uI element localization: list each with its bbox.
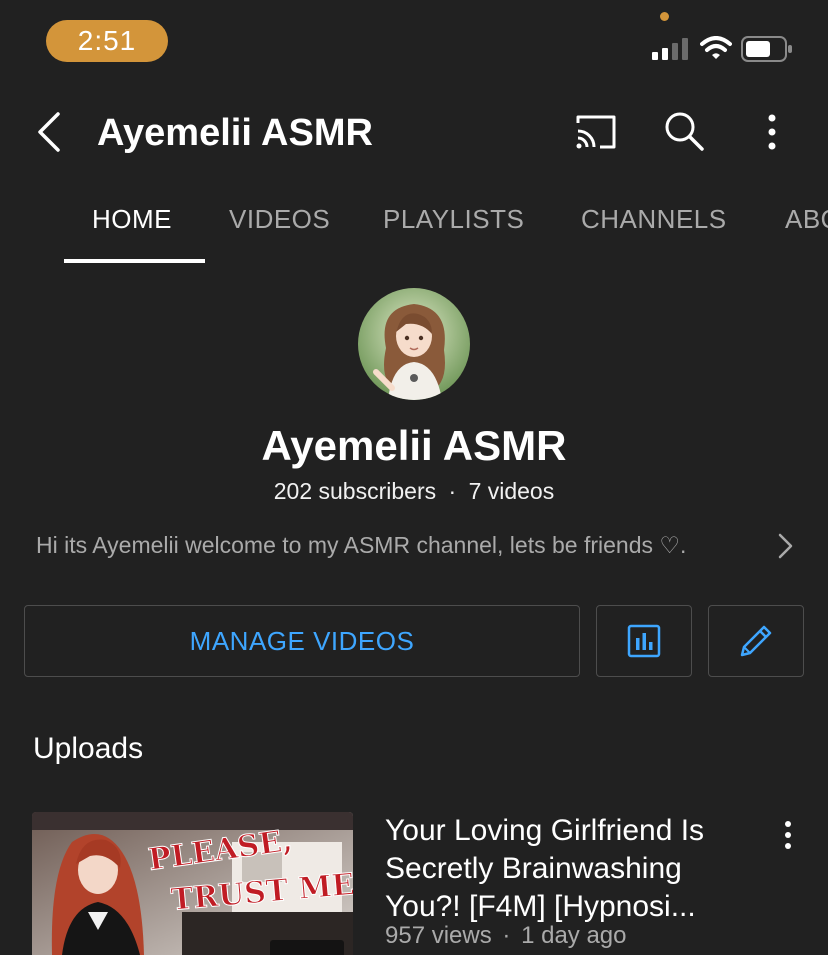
video-meta: 957 views · 1 day ago — [385, 920, 627, 952]
analytics-button[interactable] — [596, 605, 692, 677]
back-arrow-icon[interactable] — [34, 110, 64, 154]
uploads-heading: Uploads — [33, 732, 144, 765]
channel-stats: 202 subscribers · 7 videos — [0, 476, 828, 506]
tab-channels[interactable]: CHANNELS — [581, 204, 727, 235]
tab-home[interactable]: HOME — [92, 204, 172, 235]
avatar[interactable] — [358, 288, 470, 400]
more-vert-icon[interactable] — [758, 112, 786, 152]
tab-playlists[interactable]: PLAYLISTS — [383, 204, 524, 235]
channel-name: Ayemelii ASMR — [261, 422, 567, 469]
battery-icon — [741, 36, 792, 62]
video-title[interactable]: Your Loving Girlfriend Is Secretly Brain… — [385, 812, 755, 926]
stats-separator: · — [448, 478, 457, 504]
manage-videos-button[interactable]: MANAGE VIDEOS — [24, 605, 580, 677]
video-title-line: Your Loving Girlfriend Is — [385, 814, 705, 847]
video-meta-separator: · — [502, 922, 511, 949]
tab-about[interactable]: ABO — [785, 204, 828, 235]
video-count: 7 videos — [468, 478, 555, 504]
subscriber-count: 202 subscribers — [273, 478, 437, 504]
video-more-icon[interactable] — [780, 820, 796, 850]
tab-videos[interactable]: VIDEOS — [229, 204, 330, 235]
chevron-right-icon[interactable] — [775, 532, 795, 560]
pencil-icon — [740, 625, 772, 657]
channel-description[interactable]: Hi its Ayemelii welcome to my ASMR chann… — [36, 530, 686, 560]
cast-icon[interactable] — [574, 113, 618, 151]
status-time: 2:51 — [46, 20, 168, 62]
cellular-signal-icon — [652, 38, 688, 60]
video-views: 957 views — [385, 922, 492, 949]
manage-videos-label: MANAGE VIDEOS — [189, 625, 415, 656]
search-icon[interactable] — [663, 110, 705, 152]
analytics-icon — [627, 624, 661, 658]
video-title-line: Secretly Brainwashing — [385, 852, 682, 885]
active-tab-indicator — [64, 259, 205, 263]
camera-indicator-dot — [660, 12, 669, 21]
wifi-icon — [700, 36, 732, 59]
channel-tabs: HOME VIDEOS PLAYLISTS CHANNELS ABO — [0, 194, 828, 264]
video-age: 1 day ago — [521, 922, 627, 949]
edit-channel-button[interactable] — [708, 605, 804, 677]
header-title: Ayemelii ASMR — [97, 112, 373, 154]
video-thumbnail[interactable]: PLEASE, TRUST ME — [32, 812, 353, 955]
